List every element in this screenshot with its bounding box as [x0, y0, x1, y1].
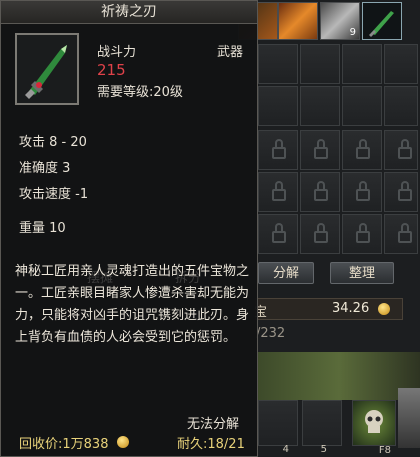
inventory-slot[interactable]: [300, 44, 340, 84]
locked-slot-icon: [384, 172, 418, 212]
item-name: 祈祷之刃: [1, 1, 257, 24]
scenery-image: [258, 352, 420, 400]
stat-weight: 重量 10: [19, 221, 66, 236]
item-tooltip: 祈祷之刃 战斗力 武器 215 需要等级:20级 攻击 8 - 20 准确度 3…: [0, 0, 258, 457]
locked-slot-icon: [384, 214, 418, 254]
gold-coin-icon: [117, 436, 129, 448]
dismantle-status: 无法分解: [187, 417, 240, 432]
stack-count: 9: [349, 27, 356, 38]
item-category: 武器: [217, 45, 244, 60]
locked-slot-icon: [258, 172, 298, 212]
ore-item-icon[interactable]: 9: [320, 2, 360, 40]
locked-slot-icon: [300, 214, 340, 254]
locked-slot-icon: [342, 172, 382, 212]
stat-attack: 攻击 8 - 20: [19, 135, 87, 150]
inventory-slot[interactable]: [384, 44, 418, 84]
level-requirement: 需要等级:20级: [97, 85, 183, 100]
locked-slot-icon: [342, 214, 382, 254]
locked-slot-icon: [384, 130, 418, 170]
locked-slot-icon: [300, 172, 340, 212]
hotbar-slot[interactable]: 4: [258, 400, 298, 455]
stat-accuracy: 准确度 3: [19, 161, 71, 176]
locked-slot-icon: [300, 130, 340, 170]
split-button[interactable]: 分解: [258, 262, 314, 284]
inventory-slot[interactable]: [258, 44, 298, 84]
combat-power-value: 215: [97, 61, 126, 79]
inventory-slot[interactable]: [342, 86, 382, 126]
hotbar-number: F8: [378, 445, 391, 456]
item-description: 神秘工匠用亲人灵魂打造出的五件宝物之一。工匠亲眼目睹家人惨遭杀害却无能为力，只能…: [15, 264, 250, 345]
sort-button[interactable]: 整理: [330, 262, 394, 284]
hotbar-slot[interactable]: 5: [302, 400, 342, 455]
recycle-price: 回收价:1万838: [19, 437, 109, 452]
gold-value: 34.26: [332, 301, 370, 316]
green-dagger-icon: [15, 33, 79, 105]
durability: 耐久:18/21: [177, 437, 245, 452]
hotbar-number: 4: [282, 444, 289, 455]
scroll-item-icon[interactable]: [278, 2, 318, 40]
locked-slot-icon: [342, 130, 382, 170]
locked-slot-icon: [258, 214, 298, 254]
inventory-slot[interactable]: [384, 86, 418, 126]
hotbar-number: 5: [320, 444, 327, 455]
stat-attack-speed: 攻击速度 -1: [19, 187, 89, 202]
combat-power-label: 战斗力: [97, 45, 137, 60]
capacity-text: /232: [256, 326, 286, 341]
inventory-slot[interactable]: [342, 44, 382, 84]
inventory-slot[interactable]: [300, 86, 340, 126]
locked-slot-icon: [258, 130, 298, 170]
weapon-edge-image: [398, 388, 420, 448]
skull-skill-icon[interactable]: F8: [352, 400, 396, 456]
gold-display: 宝 34.26: [254, 298, 403, 320]
green-dagger-slot-icon[interactable]: [362, 2, 402, 40]
inventory-slot[interactable]: [258, 86, 298, 126]
gold-coin-icon: [378, 303, 390, 315]
